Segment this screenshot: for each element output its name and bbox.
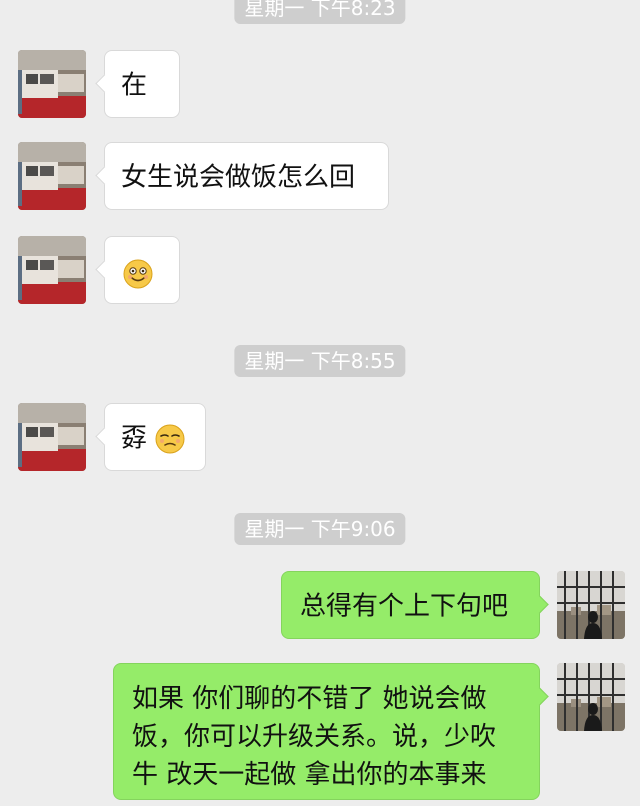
my-avatar[interactable] [557, 571, 625, 639]
message-text: 总得有个上下句吧 [300, 591, 509, 622]
incoming-message-bubble[interactable]: 孬 [95, 403, 206, 471]
message-text: 在 [121, 70, 148, 101]
message-text: 女生说会做饭怎么回 [121, 162, 356, 193]
fire-truck-photo-icon [18, 403, 86, 471]
message-text: 孬 [121, 423, 148, 454]
outgoing-message-bubble[interactable]: 总得有个上下句吧 [281, 571, 549, 639]
incoming-message-bubble[interactable]: 女生说会做饭怎么回 [95, 142, 389, 210]
my-avatar[interactable] [557, 663, 625, 731]
message-text-line: 牛 改天一起做 拿出你的本事来 [132, 760, 487, 790]
unamused-face-emoji-icon [155, 424, 185, 454]
timestamp-chip: 星期一 下午8:23 [234, 0, 406, 24]
contact-avatar[interactable] [18, 403, 86, 471]
incoming-message-bubble[interactable] [95, 236, 180, 304]
message-text-line: 如果 你们聊的不错了 她说会做 [132, 684, 487, 714]
fire-truck-photo-icon [18, 50, 86, 118]
timestamp-chip: 星期一 下午9:06 [234, 513, 406, 545]
fire-truck-photo-icon [18, 142, 86, 210]
window-silhouette-photo-icon [557, 571, 625, 639]
timestamp-chip: 星期一 下午8:55 [234, 345, 406, 377]
contact-avatar[interactable] [18, 50, 86, 118]
incoming-message-bubble[interactable]: 在 [95, 50, 180, 118]
message-text-line: 饭，你可以升级关系。说，少吹 [132, 722, 497, 752]
outgoing-message-bubble[interactable]: 如果 你们聊的不错了 她说会做 饭，你可以升级关系。说，少吹 牛 改天一起做 拿… [113, 663, 549, 800]
fire-truck-photo-icon [18, 236, 86, 304]
contact-avatar[interactable] [18, 236, 86, 304]
contact-avatar[interactable] [18, 142, 86, 210]
smiling-face-emoji-icon [123, 259, 153, 289]
window-silhouette-photo-icon [557, 663, 625, 731]
